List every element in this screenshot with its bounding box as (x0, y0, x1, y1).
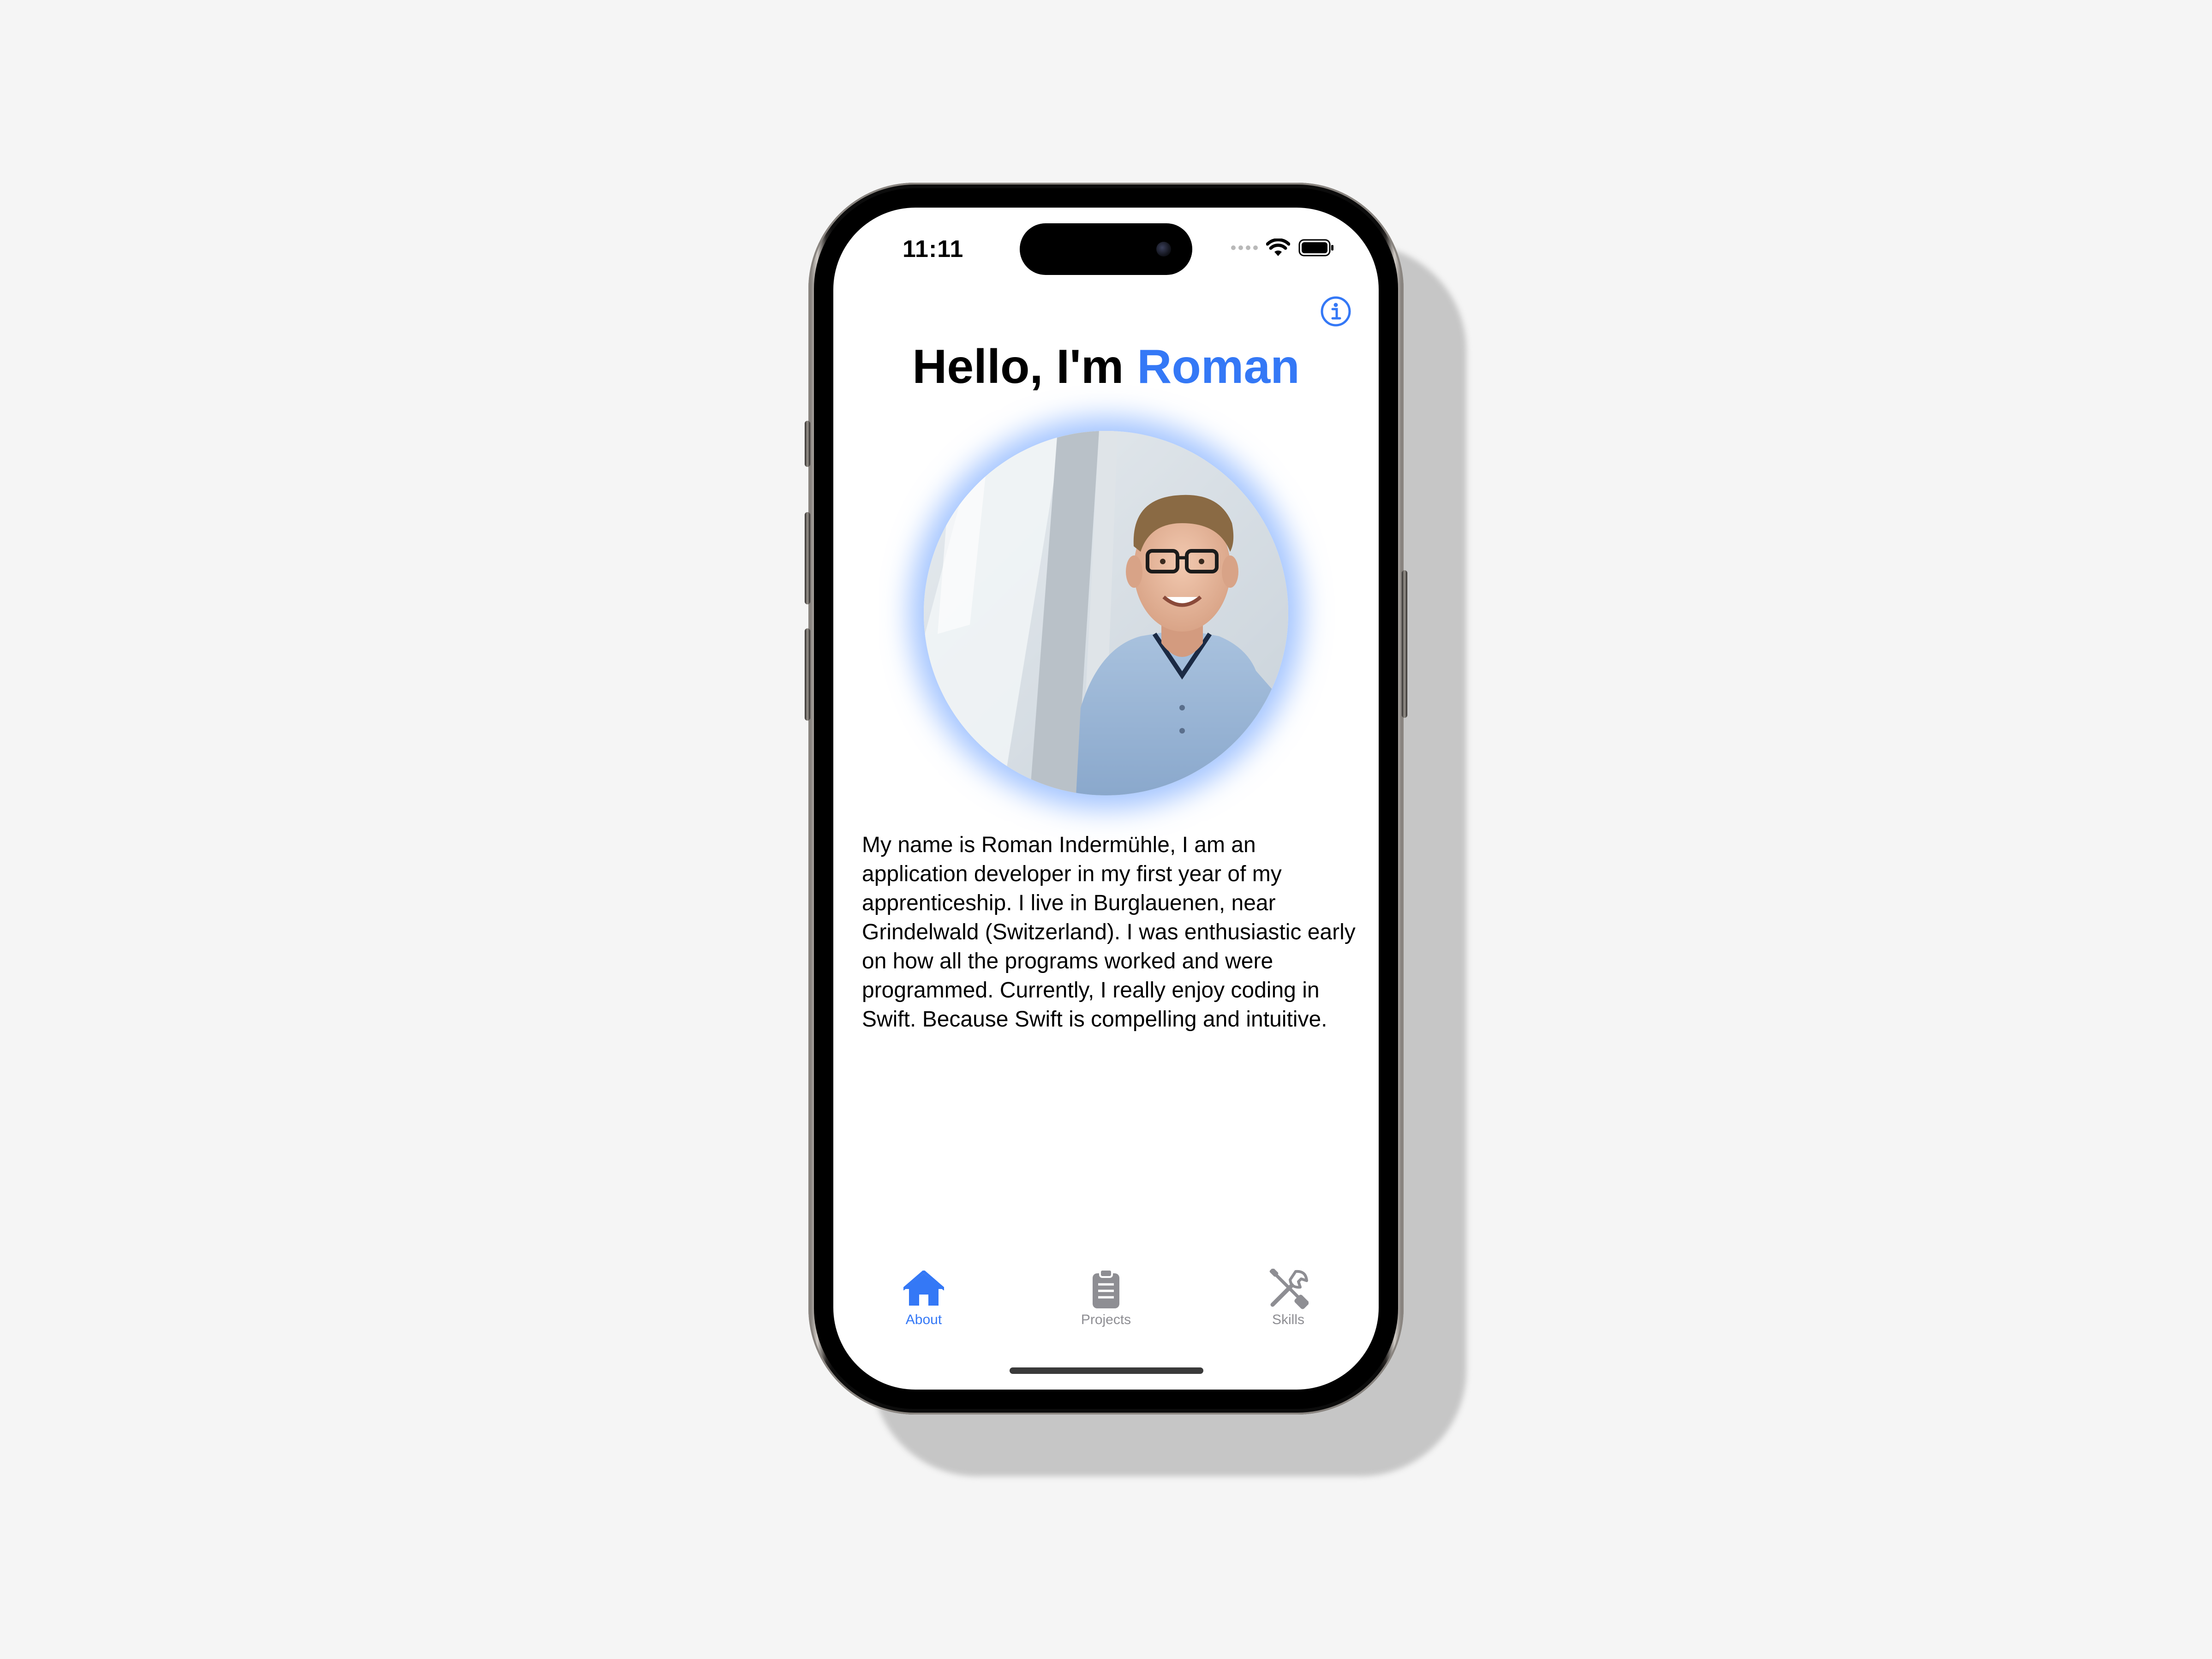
title-greeting: Hello, I'm (912, 340, 1137, 394)
clipboard-icon (1083, 1269, 1129, 1309)
home-indicator[interactable] (1010, 1367, 1203, 1374)
dynamic-island (1020, 223, 1192, 275)
tab-projects[interactable]: Projects (1051, 1269, 1161, 1338)
phone-frame: 11:11 Hello, I'm Roman My name is Roman … (805, 183, 1407, 1414)
tab-skills-label: Skills (1272, 1312, 1304, 1327)
tab-projects-label: Projects (1081, 1312, 1131, 1327)
cellular-signal-icon (1231, 245, 1258, 250)
tab-bar: About Projects Skills (833, 1269, 1379, 1338)
app-screen: 11:11 Hello, I'm Roman My name is Roman … (833, 208, 1379, 1390)
volume-down-button (805, 628, 810, 721)
info-button[interactable] (1320, 295, 1352, 328)
info-circle-icon (1321, 296, 1351, 327)
battery-icon (1298, 239, 1333, 257)
power-button (1402, 570, 1407, 718)
house-icon (901, 1269, 947, 1309)
profile-photo (924, 431, 1288, 795)
action-button (805, 421, 810, 467)
front-camera (1156, 242, 1171, 257)
status-indicators (1231, 236, 1334, 259)
wrench-screwdriver-icon (1265, 1269, 1311, 1309)
bio-text: My name is Roman Indermühle, I am an app… (862, 833, 1356, 1032)
profile-photo-image (924, 431, 1288, 795)
tab-about[interactable]: About (868, 1269, 979, 1338)
tab-about-label: About (905, 1312, 942, 1327)
title-name: Roman (1137, 340, 1300, 394)
status-time: 11:11 (903, 236, 964, 263)
page-title: Hello, I'm Roman (833, 340, 1379, 394)
volume-up-button (805, 512, 810, 604)
wifi-icon (1266, 239, 1290, 256)
tab-skills[interactable]: Skills (1233, 1269, 1344, 1338)
